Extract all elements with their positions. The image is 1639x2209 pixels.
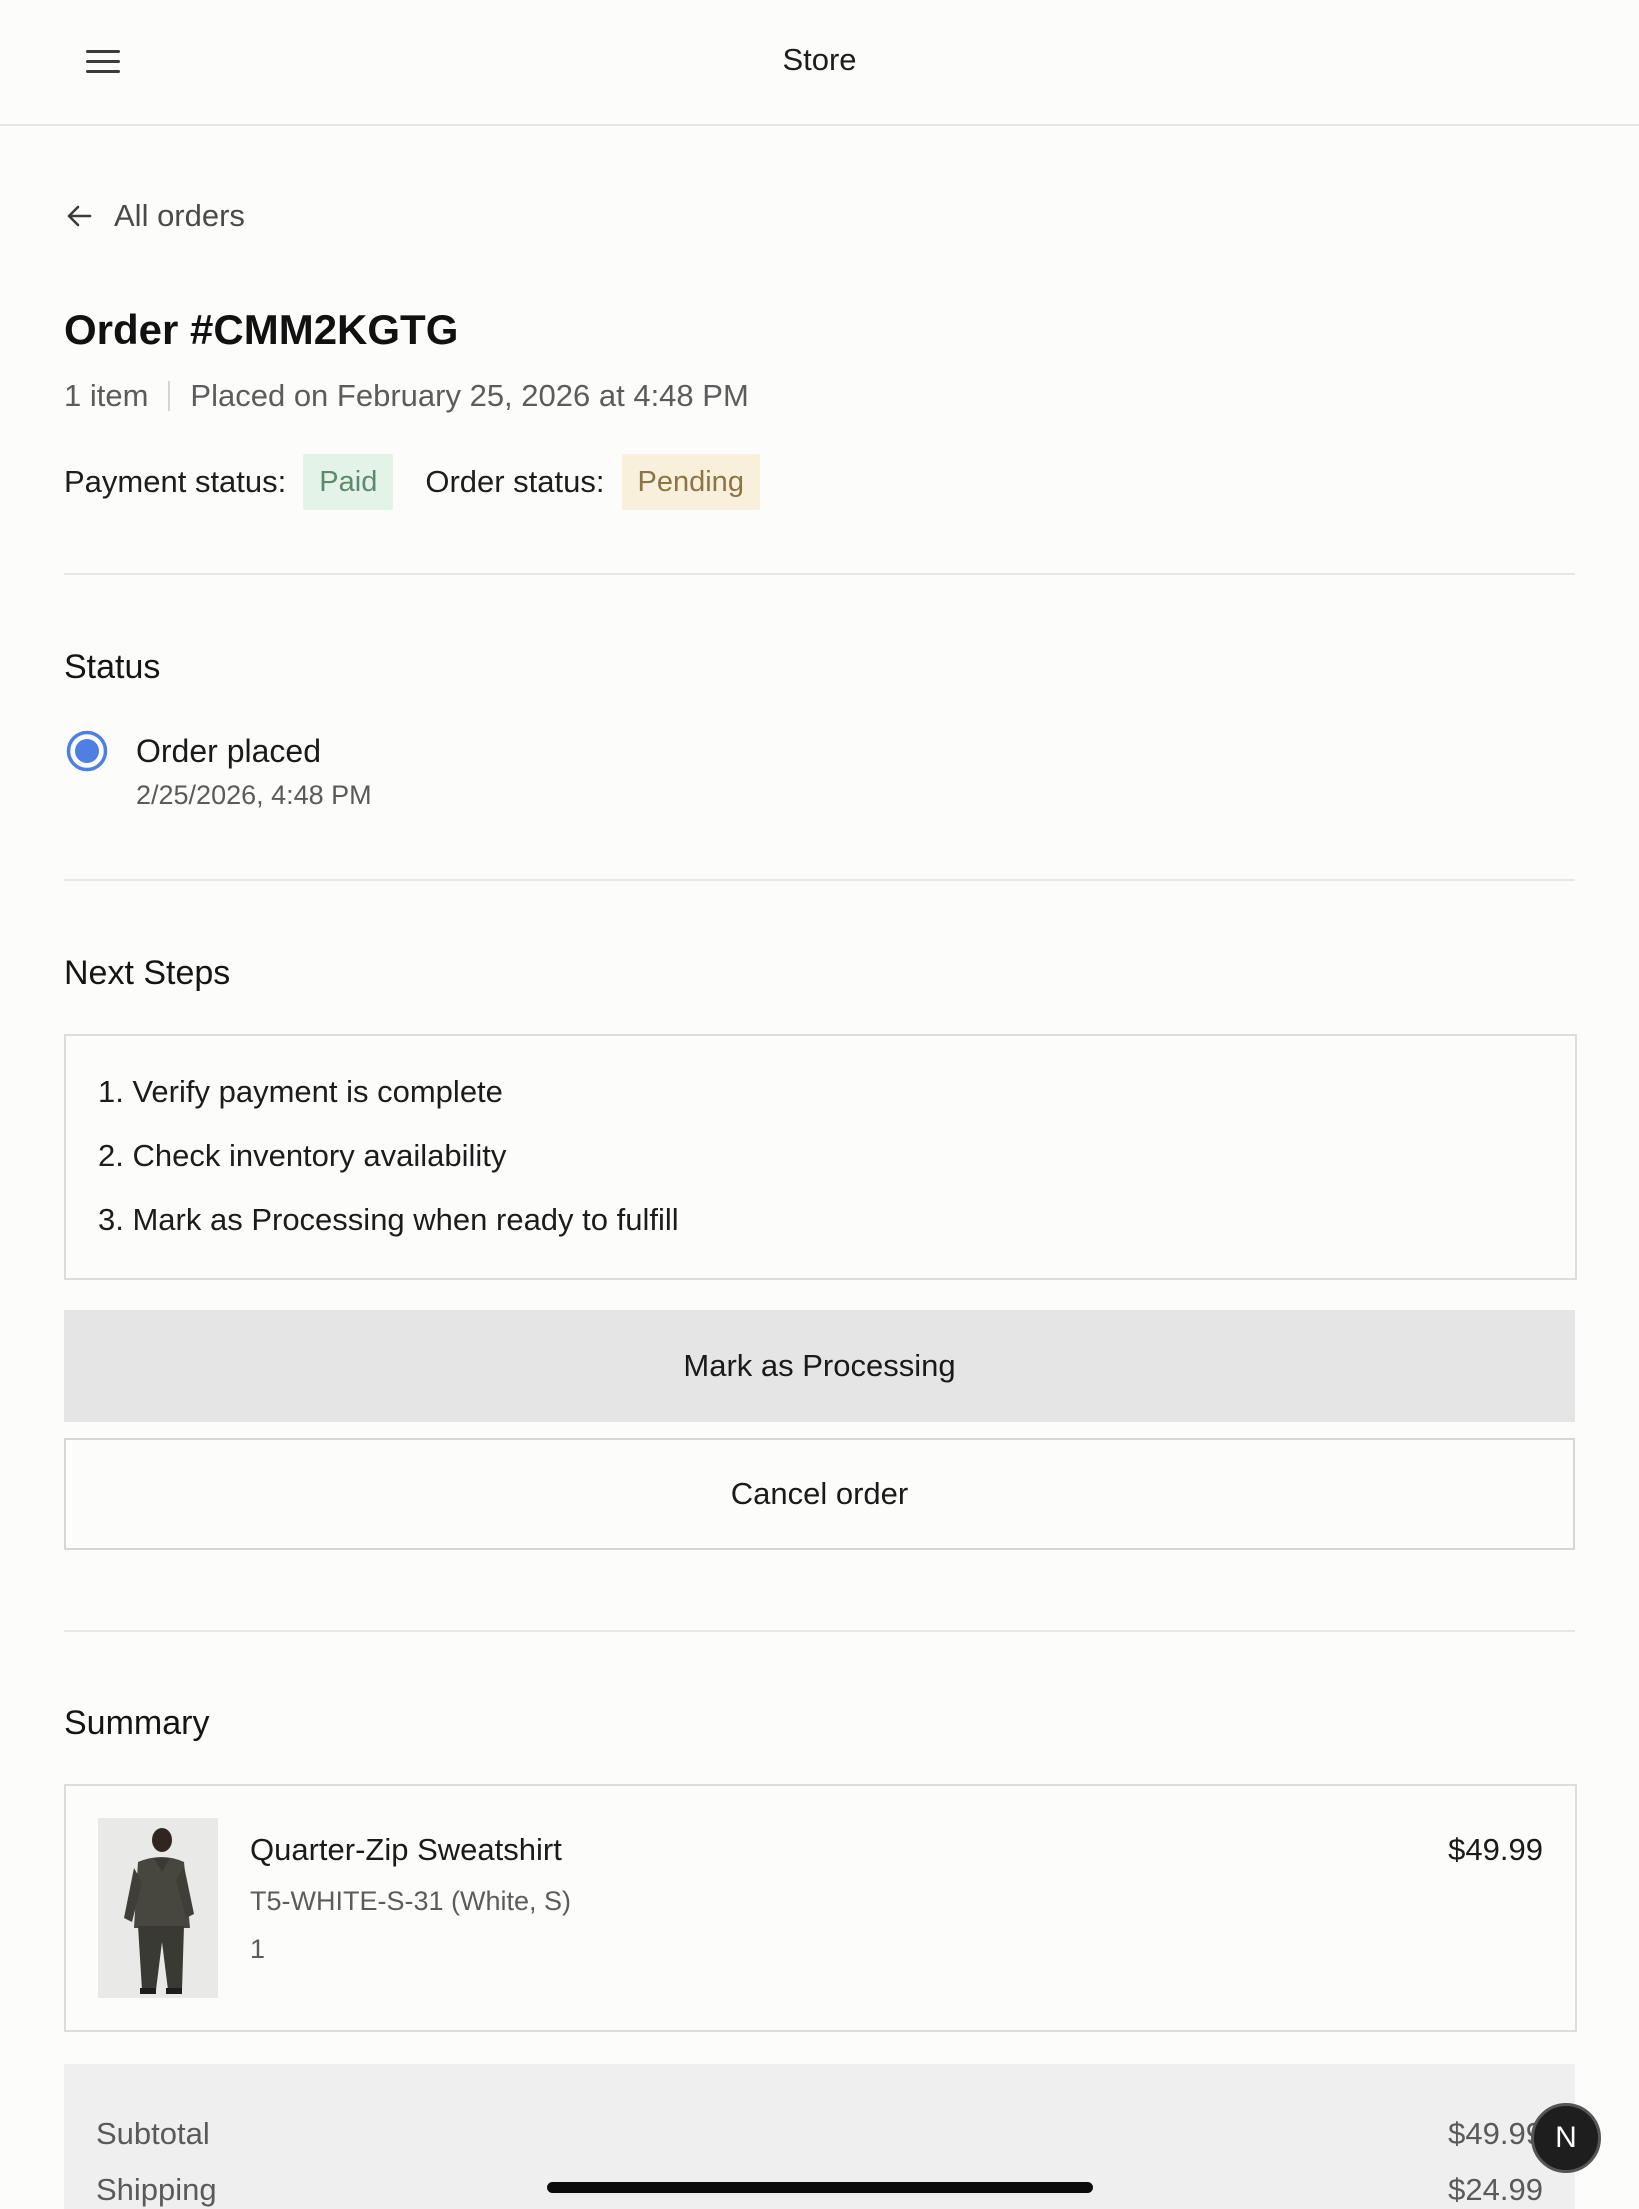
- next-steps-title: Next Steps: [64, 954, 231, 992]
- shipping-value: $24.99: [1448, 2172, 1543, 2207]
- section-divider: [64, 879, 1575, 881]
- shipping-label: Shipping: [96, 2172, 217, 2207]
- next-steps-list: 1. Verify payment is complete 2. Check i…: [64, 1034, 1577, 1280]
- summary-title: Summary: [64, 1704, 210, 1742]
- order-status-label: Order status:: [425, 464, 605, 499]
- product-quantity: 1: [250, 1934, 266, 1964]
- payment-status-label: Payment status:: [64, 464, 287, 499]
- section-divider: [64, 1630, 1575, 1632]
- cancel-order-button[interactable]: Cancel order: [64, 1438, 1575, 1550]
- store-title: Store: [782, 42, 857, 77]
- status-event-time: 2/25/2026, 4:48 PM: [136, 780, 372, 810]
- next-step-item: 3. Mark as Processing when ready to fulf…: [98, 1202, 679, 1237]
- product-thumbnail[interactable]: [98, 1818, 218, 1998]
- mark-as-processing-button[interactable]: Mark as Processing: [64, 1310, 1575, 1422]
- order-line-item: Quarter-Zip Sweatshirt T5-WHITE-S-31 (Wh…: [64, 1784, 1577, 2032]
- section-divider: [64, 573, 1575, 575]
- order-meta: 1 item Placed on February 25, 2026 at 4:…: [64, 378, 749, 414]
- page-title: Order #CMM2KGTG: [64, 306, 459, 353]
- payment-status-badge: Paid: [303, 454, 394, 510]
- subtotal-value: $49.99: [1448, 2116, 1543, 2151]
- status-section-title: Status: [64, 648, 161, 686]
- back-link-label: All orders: [114, 198, 245, 233]
- placed-on-date: Placed on February 25, 2026 at 4:48 PM: [190, 378, 749, 413]
- arrow-left-icon: [67, 205, 92, 227]
- item-count: 1 item: [64, 378, 149, 413]
- top-bar: Store: [0, 0, 1639, 126]
- radio-selected-icon: [66, 730, 108, 772]
- product-person-image: [98, 1818, 218, 1998]
- product-name[interactable]: Quarter-Zip Sweatshirt: [250, 1832, 562, 1868]
- status-event-label: Order placed: [136, 733, 321, 769]
- back-to-all-orders-link[interactable]: All orders: [64, 194, 245, 238]
- next-step-item: 1. Verify payment is complete: [98, 1074, 503, 1109]
- subtotal-label: Subtotal: [96, 2116, 210, 2151]
- next-step-item: 2. Check inventory availability: [98, 1138, 507, 1173]
- meta-divider: [168, 381, 171, 411]
- order-status-badge: Pending: [621, 454, 760, 510]
- home-indicator[interactable]: [547, 2182, 1093, 2193]
- floating-action-button[interactable]: N: [1531, 2103, 1601, 2173]
- order-statuses: Payment status: Paid Order status: Pendi…: [64, 454, 760, 510]
- product-price: $49.99: [1448, 1832, 1543, 1867]
- product-variant: T5-WHITE-S-31 (White, S): [250, 1886, 572, 1916]
